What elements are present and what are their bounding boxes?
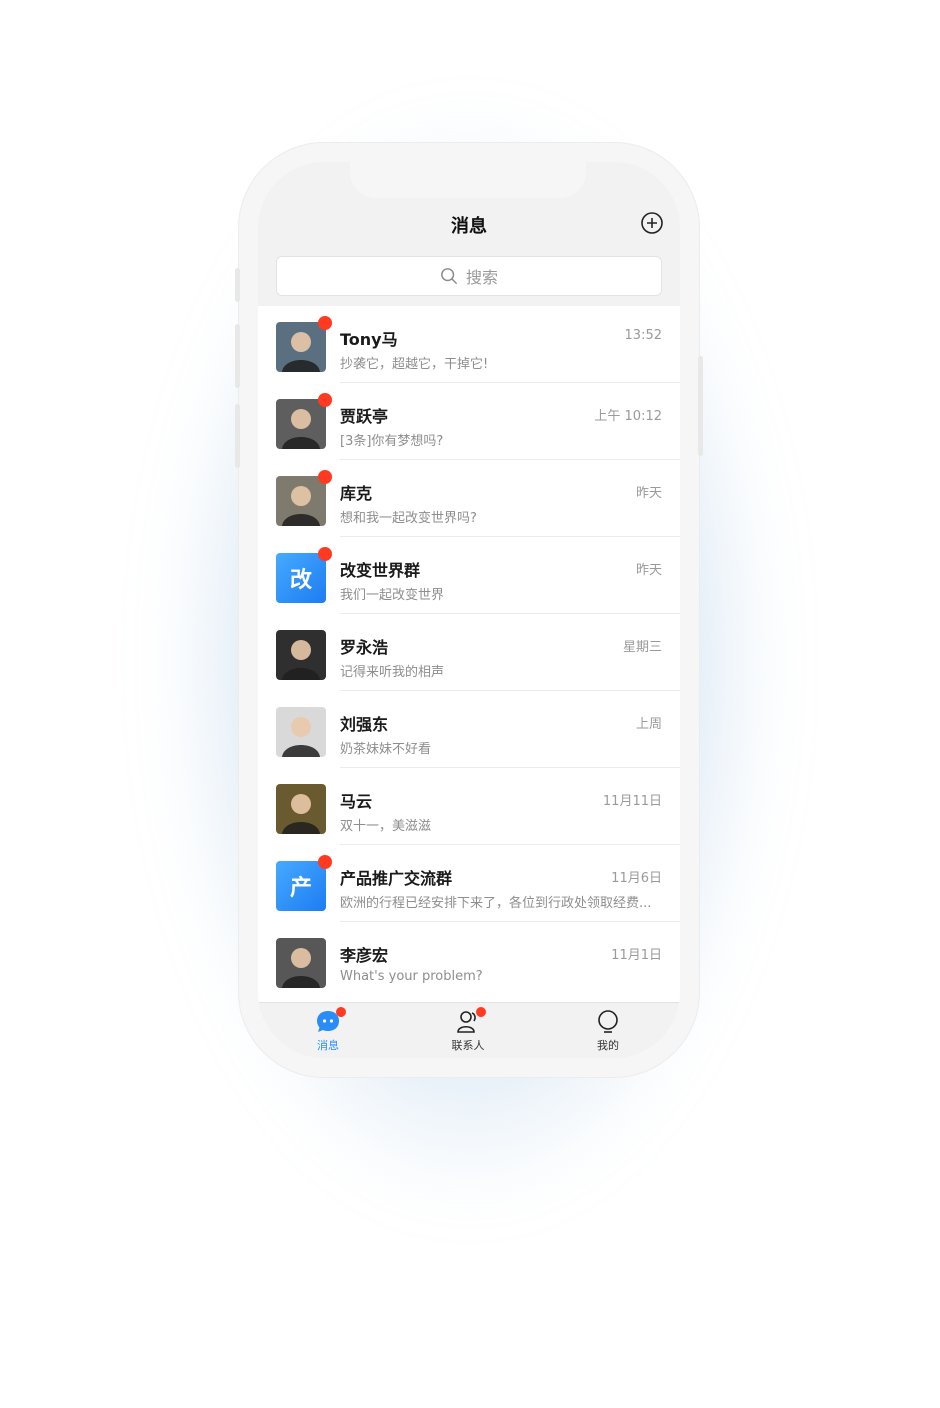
group-avatar: 产 [276, 861, 326, 911]
unread-badge [318, 470, 332, 484]
contact-name: 贾跃亭 [340, 407, 389, 426]
notch [350, 162, 586, 198]
person-silhouette-icon [276, 784, 326, 834]
message-preview: 我们一起改变世界 [340, 588, 445, 603]
message-time: 昨天 [635, 486, 662, 501]
person-silhouette-icon [276, 322, 326, 372]
avatar [276, 938, 326, 988]
contact-name: Tony马 [340, 330, 398, 349]
avatar [276, 399, 326, 449]
message-time: 上午 10:12 [594, 409, 662, 424]
search-placeholder: 搜索 [465, 268, 498, 287]
tab-me[interactable]: 我的 [538, 1003, 678, 1058]
avatar [276, 784, 326, 834]
unread-badge [318, 855, 332, 869]
message-preview: 记得来听我的相声 [340, 665, 445, 680]
conversation-row[interactable]: 贾跃亭 上午 10:12 [3条]你有梦想吗? [258, 383, 680, 460]
volume-down-button [235, 404, 240, 468]
message-time: 11月6日 [611, 871, 662, 886]
tab-badge [336, 1007, 346, 1017]
tab-label: 消息 [317, 1039, 339, 1052]
message-preview: 抄袭它，超越它，干掉它! [340, 357, 489, 372]
contact-name: 改变世界群 [340, 561, 421, 580]
phone-screen: 消息 搜索 Tony马 13:52 抄袭它，超越它，干掉它! 贾跃亭 上午 10:12 [… [258, 162, 680, 1058]
message-preview: 双十一，美滋滋 [340, 819, 432, 834]
add-circle-icon[interactable] [640, 211, 664, 235]
conversation-row[interactable]: 库克 昨天想和我一起改变世界吗? [258, 460, 680, 537]
bulb-icon [598, 1010, 618, 1033]
nav-bar: 消息 [258, 198, 680, 258]
person-silhouette-icon [276, 476, 326, 526]
message-time: 上周 [635, 717, 662, 732]
message-time: 11月1日 [611, 948, 662, 963]
message-time: 11月11日 [602, 794, 662, 809]
conversation-row[interactable]: Tony马 13:52 抄袭它，超越它，干掉它! [258, 306, 680, 383]
conversation-row[interactable]: 李彦宏 11月1日 What's your problem? [258, 922, 680, 999]
unread-badge [318, 547, 332, 561]
tab-label: 我的 [597, 1039, 619, 1052]
contact-name: 产品推广交流群 [340, 869, 453, 888]
avatar [276, 707, 326, 757]
tab-contacts[interactable]: 联系人 [398, 1003, 538, 1058]
unread-badge [318, 316, 332, 330]
message-preview: What's your problem? [340, 969, 483, 984]
group-avatar: 改 [276, 553, 326, 603]
message-preview: 想和我一起改变世界吗? [340, 511, 477, 526]
conversation-list: Tony马 13:52 抄袭它，超越它，干掉它! 贾跃亭 上午 10:12 [3条]你有梦… [258, 306, 680, 1002]
conversation-row[interactable]: 刘强东 上周奶茶妹妹不好看 [258, 691, 680, 768]
person-silhouette-icon [276, 707, 326, 757]
volume-up-button [235, 324, 240, 388]
tab-messages[interactable]: 消息 [258, 1003, 398, 1058]
person-silhouette-icon [276, 630, 326, 680]
avatar [276, 630, 326, 680]
search-icon [441, 268, 457, 284]
conversation-row[interactable]: 产产品推广交流群 11月6日欧洲的行程已经安排下来了，各位到行政处领取经费... [258, 845, 680, 922]
tab-bar: 消息 联系人 我的 [258, 1002, 680, 1058]
page-title: 消息 [451, 216, 487, 237]
unread-badge [318, 393, 332, 407]
message-time: 昨天 [635, 563, 662, 578]
avatar [276, 476, 326, 526]
mute-switch [235, 268, 240, 302]
conversation-row[interactable]: 马云 11月11日双十一，美滋滋 [258, 768, 680, 845]
contact-name: 李彦宏 [340, 946, 389, 965]
person-silhouette-icon [276, 938, 326, 988]
phone-frame: 消息 搜索 Tony马 13:52 抄袭它，超越它，干掉它! 贾跃亭 上午 10:12 [… [235, 142, 703, 1078]
message-preview: 欧洲的行程已经安排下来了，各位到行政处领取经费... [340, 896, 652, 911]
tab-badge [476, 1007, 486, 1017]
message-time: 13:52 [624, 328, 662, 343]
contact-name: 马云 [340, 792, 373, 811]
contact-name: 刘强东 [340, 715, 389, 734]
contact-name: 库克 [340, 484, 373, 503]
conversation-row[interactable]: 改改变世界群 昨天我们一起改变世界 [258, 537, 680, 614]
conversation-row[interactable]: 罗永浩 星期三记得来听我的相声 [258, 614, 680, 691]
tab-label: 联系人 [451, 1039, 485, 1052]
message-time: 星期三 [622, 640, 662, 655]
avatar [276, 322, 326, 372]
power-button [698, 356, 703, 456]
message-preview: 奶茶妹妹不好看 [340, 742, 432, 757]
contact-name: 罗永浩 [340, 638, 389, 657]
search-box[interactable]: 搜索 [276, 256, 662, 296]
message-preview: [3条]你有梦想吗? [340, 434, 444, 449]
person-silhouette-icon [276, 399, 326, 449]
